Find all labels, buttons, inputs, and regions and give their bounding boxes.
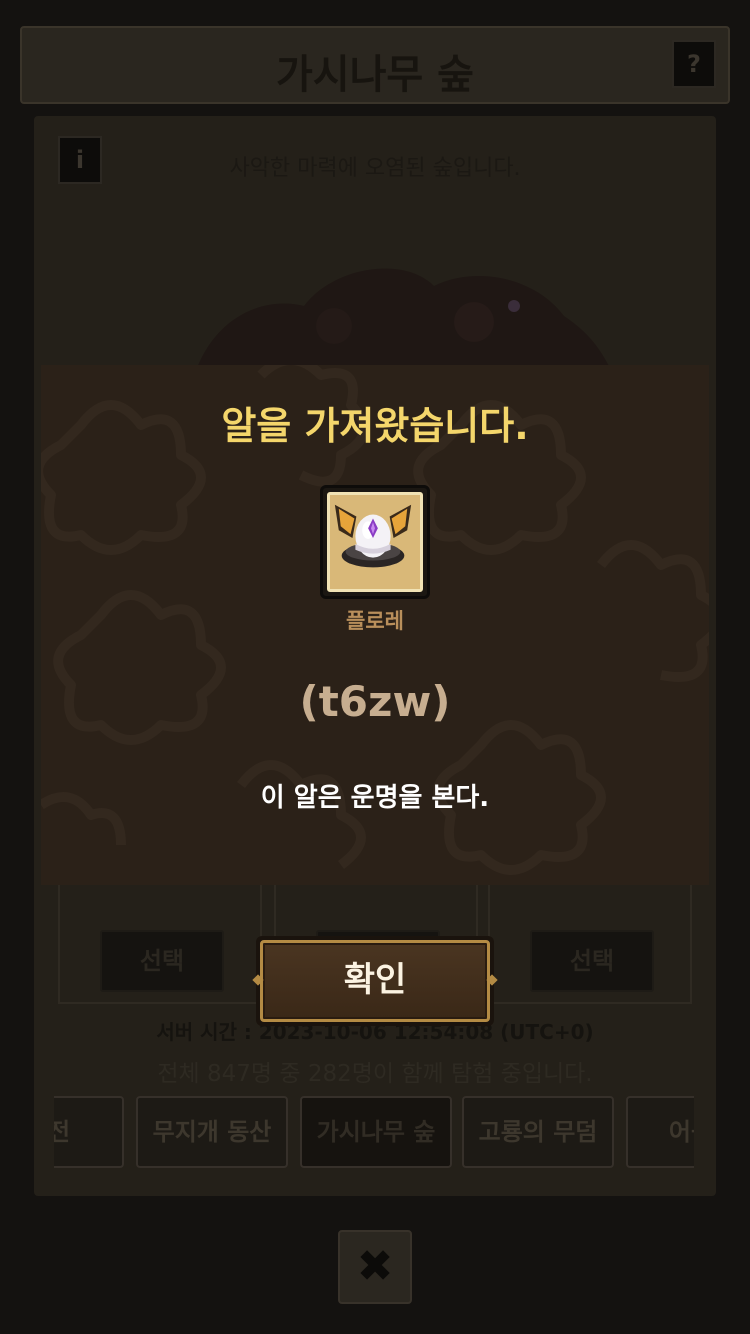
- stage-tab-strip[interactable]: 신전 무지개 동산 가시나무 숲 고룡의 무덤 어둠의: [54, 1096, 694, 1172]
- page-title: 가시나무 숲: [276, 52, 474, 98]
- egg-result-modal: 알을 가져왔습니다. 플로레 (t6zw) 이 알은 운명을 본다.: [41, 365, 709, 885]
- title-bar: 가시나무 숲 ?: [20, 26, 730, 104]
- help-button[interactable]: ?: [672, 40, 716, 88]
- egg-description: 이 알은 운명을 본다.: [260, 783, 490, 813]
- close-button[interactable]: ✖: [338, 1230, 412, 1304]
- select-button[interactable]: 선택: [100, 930, 224, 992]
- egg-icon: [334, 504, 412, 568]
- boss-monster-image: [194, 268, 614, 376]
- egg-item-card: [320, 485, 430, 599]
- area-description: 사악한 마력에 오염된 숲입니다.: [229, 156, 521, 181]
- confirm-button[interactable]: 확인: [252, 936, 498, 1026]
- tab-stage[interactable]: 어둠의: [626, 1096, 694, 1168]
- egg-name: 플로레: [346, 609, 404, 633]
- party-slot: 선택: [58, 876, 262, 1004]
- tab-stage[interactable]: 신전: [54, 1096, 124, 1168]
- confirm-button-label: 확인: [260, 940, 490, 1022]
- tab-stage[interactable]: 무지개 동산: [136, 1096, 288, 1168]
- modal-title: 알을 가져왔습니다.: [221, 404, 529, 448]
- party-slot: 선택: [488, 876, 692, 1004]
- tab-stage[interactable]: 고룡의 무덤: [462, 1096, 614, 1168]
- tab-stage-active[interactable]: 가시나무 숲: [300, 1096, 452, 1168]
- egg-card-frame: [327, 492, 423, 592]
- egg-code: (t6zw): [299, 677, 451, 726]
- participant-count: 전체 847명 중 282명이 함께 탐험 중입니다.: [157, 1061, 593, 1087]
- select-button[interactable]: 선택: [530, 930, 654, 992]
